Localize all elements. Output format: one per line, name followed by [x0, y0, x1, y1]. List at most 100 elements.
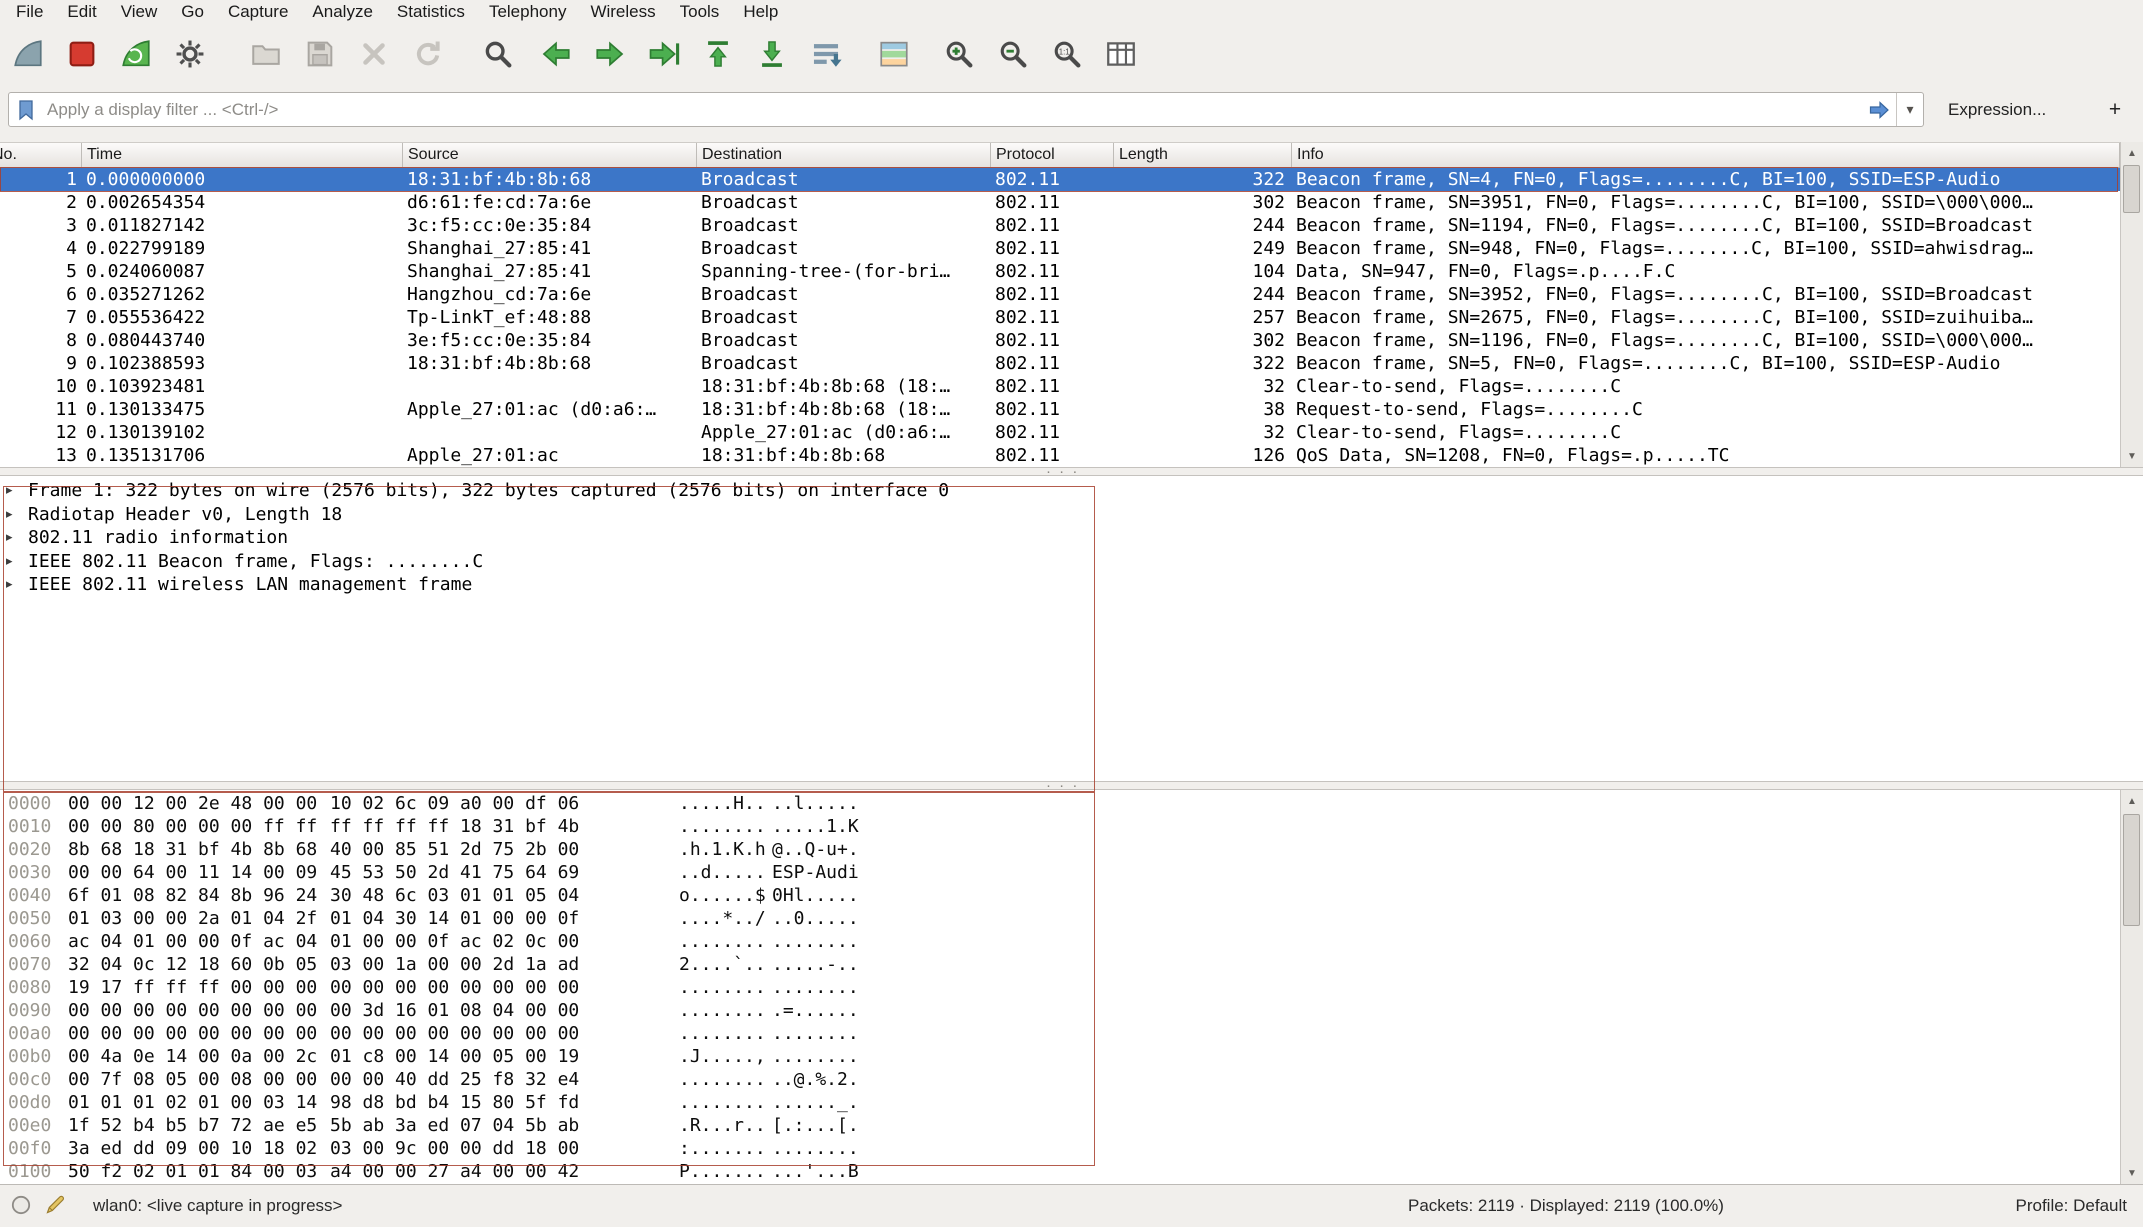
hex-row[interactable]: 00d001 01 01 02 01 00 03 1498 d8 bd b4 1…	[0, 1091, 2120, 1114]
packet-list-scrollbar[interactable]	[2120, 142, 2143, 467]
apply-filter-icon[interactable]	[1862, 96, 1896, 124]
scroll-down-button[interactable]	[2121, 445, 2143, 467]
display-filter-input[interactable]	[43, 100, 1862, 120]
menu-item-statistics[interactable]: Statistics	[385, 1, 477, 23]
hex-row[interactable]: 000000 00 12 00 2e 48 00 0010 02 6c 09 a…	[0, 792, 2120, 815]
close-file-button[interactable]	[352, 30, 396, 78]
packet-row[interactable]: 70.055536422Tp-LinkT_ef:48:88Broadcast80…	[0, 306, 2120, 329]
packet-row[interactable]: 90.10238859318:31:bf:4b:8b:68Broadcast80…	[0, 352, 2120, 375]
column-header-length[interactable]: Length	[1114, 143, 1292, 167]
column-header-source[interactable]: Source	[403, 143, 697, 167]
packet-row[interactable]: 50.024060087Shanghai_27:85:41Spanning-tr…	[0, 260, 2120, 283]
column-header-protocol[interactable]: Protocol	[991, 143, 1114, 167]
go-first-packet-button[interactable]	[696, 30, 740, 78]
hex-bytes-1: ac 04 01 00 00 0f ac 04	[68, 930, 317, 953]
pane-splitter[interactable]	[0, 781, 2143, 790]
packet-detail-line[interactable]: ▸Radiotap Header v0, Length 18	[0, 503, 2143, 527]
zoom-out-button[interactable]	[991, 30, 1035, 78]
packet-row[interactable]: 40.022799189Shanghai_27:85:41Broadcast80…	[0, 237, 2120, 260]
hex-row[interactable]: 001000 00 80 00 00 00 ff ffff ff ff ff 1…	[0, 815, 2120, 838]
column-header-time[interactable]: Time	[82, 143, 403, 167]
menu-item-help[interactable]: Help	[731, 1, 790, 23]
packet-cell-no: 1	[0, 168, 82, 191]
menu-item-go[interactable]: Go	[169, 1, 216, 23]
bookmark-icon[interactable]	[9, 96, 43, 124]
hex-row[interactable]: 00f03a ed dd 09 00 10 18 0203 00 9c 00 0…	[0, 1137, 2120, 1160]
hex-ascii-1: P.......	[679, 1160, 766, 1183]
scroll-up-button[interactable]	[2121, 142, 2143, 164]
expression-button[interactable]: Expression...	[1934, 94, 2060, 126]
go-back-button[interactable]	[534, 30, 578, 78]
profile-label[interactable]: Profile: Default	[2016, 1196, 2128, 1216]
restart-capture-button[interactable]	[114, 30, 158, 78]
packet-row[interactable]: 110.130133475Apple_27:01:ac (d0:a6:…18:3…	[0, 398, 2120, 421]
menu-item-capture[interactable]: Capture	[216, 1, 300, 23]
find-packet-button[interactable]	[476, 30, 520, 78]
reload-button[interactable]	[406, 30, 450, 78]
packet-row[interactable]: 100.10392348118:31:bf:4b:8b:68 (18:…802.…	[0, 375, 2120, 398]
packet-row[interactable]: 30.0118271423c:f5:cc:0e:35:84Broadcast80…	[0, 214, 2120, 237]
filter-toolbar: Expression... +	[0, 84, 2143, 142]
start-capture-button[interactable]	[6, 30, 50, 78]
hex-row[interactable]: 007032 04 0c 12 18 60 0b 0503 00 1a 00 0…	[0, 953, 2120, 976]
packet-row[interactable]: 20.002654354d6:61:fe:cd:7a:6eBroadcast80…	[0, 191, 2120, 214]
hex-bytes-2: 01 c8 00 14 00 05 00 19	[330, 1045, 579, 1068]
menu-item-edit[interactable]: Edit	[55, 1, 108, 23]
column-header-no[interactable]: No.	[0, 143, 82, 167]
packet-cell-info: Data, SN=947, FN=0, Flags=.p....F.C	[1292, 260, 2120, 283]
packet-row[interactable]: 60.035271262Hangzhou_cd:7a:6eBroadcast80…	[0, 283, 2120, 306]
zoom-original-button[interactable]: 1:1	[1045, 30, 1089, 78]
resize-columns-button[interactable]	[1099, 30, 1143, 78]
go-to-packet-button[interactable]	[642, 30, 686, 78]
auto-scroll-button[interactable]	[804, 30, 848, 78]
hex-ascii-2: ..0.....	[772, 907, 859, 930]
hex-row[interactable]: 010050 f2 02 01 01 84 00 03a4 00 00 27 a…	[0, 1160, 2120, 1183]
column-header-info[interactable]: Info	[1292, 143, 2120, 167]
colorize-button[interactable]	[872, 30, 916, 78]
capture-options-button[interactable]	[168, 30, 212, 78]
packet-detail-line[interactable]: ▸IEEE 802.11 wireless LAN management fra…	[0, 573, 2143, 597]
go-forward-button[interactable]	[588, 30, 632, 78]
hex-row[interactable]: 0060ac 04 01 00 00 0f ac 0401 00 00 0f a…	[0, 930, 2120, 953]
save-file-button[interactable]	[298, 30, 342, 78]
open-file-button[interactable]	[244, 30, 288, 78]
column-header-destination[interactable]: Destination	[697, 143, 991, 167]
hex-row[interactable]: 008019 17 ff ff ff 00 00 0000 00 00 00 0…	[0, 976, 2120, 999]
hex-row[interactable]: 00a000 00 00 00 00 00 00 0000 00 00 00 0…	[0, 1022, 2120, 1045]
stop-capture-button[interactable]	[60, 30, 104, 78]
scrollbar-thumb[interactable]	[2123, 814, 2140, 926]
menu-item-tools[interactable]: Tools	[668, 1, 732, 23]
hex-row[interactable]: 00b000 4a 0e 14 00 0a 00 2c01 c8 00 14 0…	[0, 1045, 2120, 1068]
menu-item-wireless[interactable]: Wireless	[578, 1, 667, 23]
hex-row[interactable]: 00e01f 52 b4 b5 b7 72 ae e55b ab 3a ed 0…	[0, 1114, 2120, 1137]
packet-row[interactable]: 80.0804437403e:f5:cc:0e:35:84Broadcast80…	[0, 329, 2120, 352]
zoom-in-button[interactable]	[937, 30, 981, 78]
packet-cell-info: QoS Data, SN=1208, FN=0, Flags=.p.....TC	[1292, 444, 2120, 467]
hex-row[interactable]: 003000 00 64 00 11 14 00 0945 53 50 2d 4…	[0, 861, 2120, 884]
hex-row[interactable]: 005001 03 00 00 2a 01 04 2f01 04 30 14 0…	[0, 907, 2120, 930]
hex-row[interactable]: 009000 00 00 00 00 00 00 0000 3d 16 01 0…	[0, 999, 2120, 1022]
display-filter-entry[interactable]	[8, 92, 1924, 127]
hex-row[interactable]: 00208b 68 18 31 bf 4b 8b 6840 00 85 51 2…	[0, 838, 2120, 861]
add-filter-button[interactable]: +	[2098, 94, 2132, 126]
filter-dropdown-button[interactable]	[1896, 93, 1923, 126]
scroll-down-button[interactable]	[2121, 1162, 2143, 1184]
pane-splitter[interactable]	[0, 467, 2143, 476]
packet-detail-line[interactable]: ▸802.11 radio information	[0, 526, 2143, 550]
hex-row[interactable]: 00c000 7f 08 05 00 08 00 0000 00 40 dd 2…	[0, 1068, 2120, 1091]
expert-info-button[interactable]	[8, 1194, 34, 1220]
menu-item-view[interactable]: View	[109, 1, 170, 23]
packet-row[interactable]: 10.00000000018:31:bf:4b:8b:68Broadcast80…	[0, 168, 2120, 191]
hex-row[interactable]: 00406f 01 08 82 84 8b 96 2430 48 6c 03 0…	[0, 884, 2120, 907]
menu-item-file[interactable]: File	[4, 1, 55, 23]
go-last-packet-button[interactable]	[750, 30, 794, 78]
menu-item-telephony[interactable]: Telephony	[477, 1, 579, 23]
packet-row[interactable]: 120.130139102Apple_27:01:ac (d0:a6:…802.…	[0, 421, 2120, 444]
capture-comment-button[interactable]	[42, 1194, 68, 1220]
packet-detail-line[interactable]: ▸Frame 1: 322 bytes on wire (2576 bits),…	[0, 479, 2143, 503]
scrollbar-thumb[interactable]	[2123, 165, 2140, 213]
packet-detail-line[interactable]: ▸IEEE 802.11 Beacon frame, Flags: ......…	[0, 550, 2143, 574]
packet-bytes-scrollbar[interactable]	[2120, 790, 2143, 1184]
menu-item-analyze[interactable]: Analyze	[300, 1, 384, 23]
scroll-up-button[interactable]	[2121, 790, 2143, 812]
